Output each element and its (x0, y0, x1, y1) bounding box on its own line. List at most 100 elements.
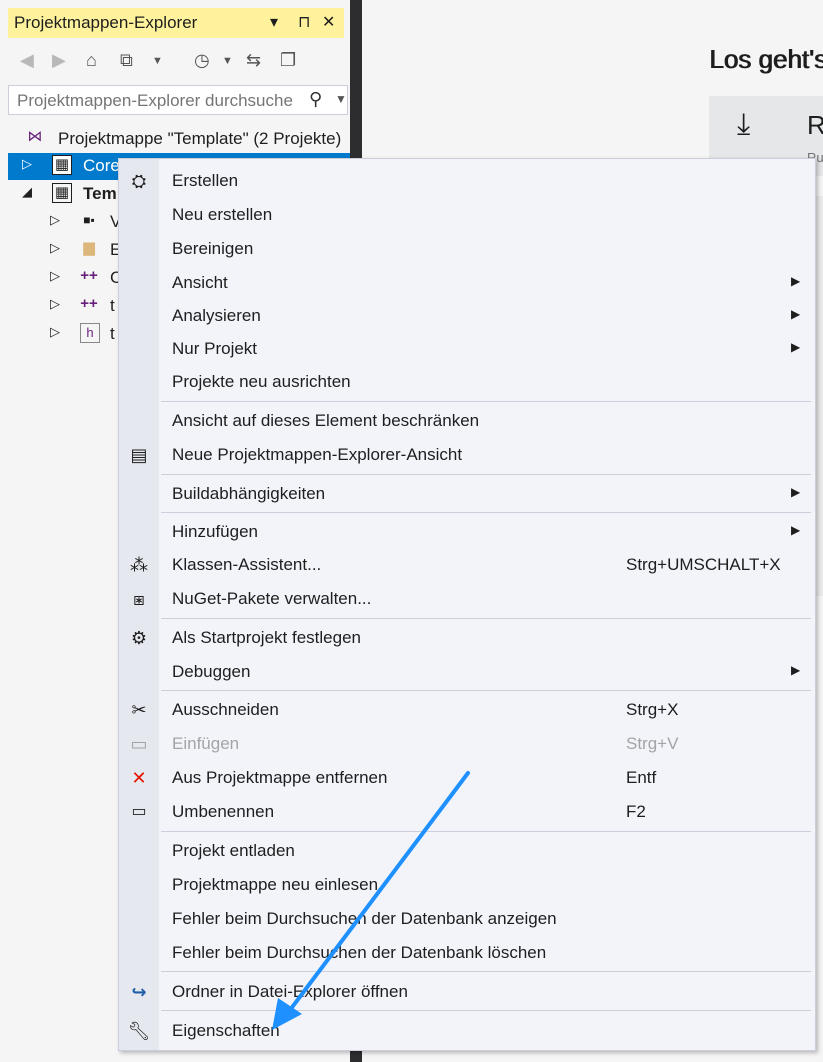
menu-item-label: Als Startprojekt festlegen (172, 628, 361, 647)
menu-item-neue-explorer-ansicht[interactable]: ▤ Neue Projektmappen-Explorer-Ansicht (119, 438, 815, 472)
folder-icon: ▆ (83, 239, 95, 256)
menu-item-nur-projekt[interactable]: Nur Projekt ▶ (119, 332, 815, 366)
menu-item-hinzufuegen[interactable]: Hinzufügen ▶ (119, 515, 815, 549)
submenu-arrow-icon: ▶ (791, 523, 801, 537)
menu-item-ordner-oeffnen[interactable]: ↪ Ordner in Datei-Explorer öffnen (119, 975, 815, 1009)
panel-title: Projektmappen-Explorer (14, 13, 198, 32)
new-view-icon: ▤ (130, 445, 148, 465)
project-icon: ▦ (52, 155, 72, 175)
menu-item-shortcut: Strg+X (626, 700, 679, 719)
menu-item-label: Erstellen (172, 171, 239, 190)
expand-arrow-icon[interactable]: ▷ (50, 296, 60, 312)
menu-item-label: Fehler beim Durchsuchen der Datenbank an… (172, 909, 557, 928)
gear-icon: ⚙ (130, 628, 148, 648)
menu-item-label: NuGet-Pakete verwalten... (172, 589, 372, 608)
open-folder-icon: ↪ (131, 982, 147, 1002)
menu-item-nuget[interactable]: ⧆ NuGet-Pakete verwalten... (119, 582, 815, 616)
menu-item-label: Umbenennen (172, 802, 275, 821)
menu-item-neu-einlesen[interactable]: Projektmappe neu einlesen (119, 868, 815, 902)
home-icon[interactable]: ⌂ (86, 50, 97, 71)
menu-item-buildabhaengigkeiten[interactable]: Buildabhängigkeiten ▶ (119, 477, 815, 511)
menu-item-label: Projekt entladen (172, 841, 295, 860)
build-icon: ⛭ (131, 171, 147, 191)
menu-item-label: Hinzufügen (172, 522, 259, 541)
switch-views-icon[interactable]: ⧉ (120, 50, 133, 71)
expand-arrow-icon[interactable]: ▷ (50, 324, 60, 340)
menu-item-shortcut: Strg+UMSCHALT+X (626, 555, 781, 574)
menu-item-entfernen[interactable]: ✕ Aus Projektmappe entfernen Entf (119, 761, 815, 795)
menu-item-klassen-assistent[interactable]: ⁂ Klassen-Assistent... Strg+UMSCHALT+X (119, 548, 815, 582)
menu-item-eigenschaften[interactable]: 🔧︎ Eigenschaften (119, 1014, 815, 1048)
menu-item-projekte-neu-ausrichten[interactable]: Projekte neu ausrichten (119, 365, 815, 399)
submenu-arrow-icon: ▶ (791, 663, 801, 677)
class-wizard-icon: ⁂ (130, 555, 148, 575)
paste-icon: ▭ (130, 734, 148, 754)
menu-item-fehler-anzeigen[interactable]: Fehler beim Durchsuchen der Datenbank an… (119, 902, 815, 936)
chevron-down-icon[interactable]: ▼ (152, 55, 163, 67)
menu-item-label: Eigenschaften (172, 1021, 280, 1040)
dropdown-icon[interactable]: ▾ (270, 12, 278, 32)
menu-item-label: Debuggen (172, 662, 251, 681)
sync-icon[interactable]: ⇆ (246, 50, 261, 71)
menu-item-bereinigen[interactable]: Bereinigen (119, 232, 815, 266)
tree-label: Tem (83, 184, 117, 203)
card-title: R (807, 110, 823, 140)
submenu-arrow-icon: ▶ (791, 340, 801, 354)
menu-item-startprojekt[interactable]: ⚙ Als Startprojekt festlegen (119, 621, 815, 655)
search-box[interactable]: ⚲ ▼ (8, 85, 348, 115)
collapse-all-icon[interactable]: ❐ (280, 50, 296, 71)
rename-icon: ▭ (131, 803, 147, 820)
menu-item-ausschneiden[interactable]: ✂ Ausschneiden Strg+X (119, 693, 815, 727)
close-icon[interactable]: ✕ (322, 12, 335, 32)
menu-separator (161, 618, 811, 619)
project-icon: ▦ (52, 183, 72, 203)
expand-arrow-icon[interactable]: ▷ (50, 240, 60, 256)
wrench-icon: 🔧︎ (127, 1021, 151, 1041)
submenu-arrow-icon: ▶ (791, 274, 801, 288)
back-icon[interactable]: ◀ (20, 50, 34, 71)
expand-arrow-icon[interactable]: ▷ (22, 156, 32, 172)
menu-item-debuggen[interactable]: Debuggen ▶ (119, 655, 815, 689)
expand-arrow-icon[interactable]: ▷ (50, 212, 60, 228)
expand-arrow-icon[interactable]: ▷ (50, 268, 60, 284)
header-file-icon: h (80, 323, 100, 343)
menu-item-ansicht[interactable]: Ansicht ▶ (119, 266, 815, 300)
panel-titlebar: Projektmappen-Explorer ▾ ⊓ ✕ (8, 8, 344, 38)
cpp-file-icon: ++ (80, 267, 98, 284)
pending-changes-icon[interactable]: ◷ (194, 50, 210, 71)
tree-row-solution[interactable]: ⋈ Projektmappe "Template" (2 Projekte) (8, 126, 350, 153)
menu-item-neu-erstellen[interactable]: Neu erstellen (119, 198, 815, 232)
menu-item-ansicht-beschraenken[interactable]: Ansicht auf dieses Element beschränken (119, 404, 815, 438)
menu-separator (161, 401, 811, 402)
menu-item-projekt-entladen[interactable]: Projekt entladen (119, 834, 815, 868)
menu-item-label: Einfügen (172, 734, 240, 753)
menu-item-label: Analysieren (172, 306, 261, 325)
menu-separator (161, 474, 811, 475)
panel-toolbar: ◀ ▶ ⌂ ⧉ ▼ ◷ ▼ ⇆ ❐ (8, 44, 344, 80)
menu-item-umbenennen[interactable]: ▭ Umbenennen F2 (119, 795, 815, 829)
chevron-down-icon[interactable]: ▼ (335, 92, 347, 106)
menu-item-label: Nur Projekt (172, 339, 258, 358)
menu-item-fehler-loeschen[interactable]: Fehler beim Durchsuchen der Datenbank lö… (119, 936, 815, 970)
menu-item-label: Projekte neu ausrichten (172, 372, 351, 391)
menu-item-label: Projektmappe neu einlesen (172, 875, 379, 894)
chevron-down-icon[interactable]: ▼ (222, 55, 233, 67)
menu-item-label: Ausschneiden (172, 700, 279, 719)
tree-label: Projektmappe "Template" (2 Projekte) (58, 129, 342, 148)
menu-item-label: Buildabhängigkeiten (172, 484, 326, 503)
start-heading: Los geht's (709, 44, 823, 74)
cpp-file-icon: ++ (80, 295, 98, 312)
pin-icon[interactable]: ⊓ (298, 12, 310, 32)
collapse-arrow-icon[interactable]: ◢ (22, 184, 32, 200)
menu-item-einfuegen: ▭ Einfügen Strg+V (119, 727, 815, 761)
forward-icon[interactable]: ▶ (52, 50, 66, 71)
menu-item-erstellen[interactable]: ⛭ Erstellen (119, 164, 815, 198)
menu-item-label: Ordner in Datei-Explorer öffnen (172, 982, 408, 1001)
search-icon[interactable]: ⚲ (309, 89, 322, 110)
references-icon: ■▪ (83, 213, 95, 227)
menu-separator (161, 690, 811, 691)
search-input[interactable] (15, 90, 309, 112)
menu-item-analysieren[interactable]: Analysieren ▶ (119, 299, 815, 333)
menu-item-label: Ansicht (172, 273, 228, 292)
remove-icon: ✕ (131, 768, 147, 788)
